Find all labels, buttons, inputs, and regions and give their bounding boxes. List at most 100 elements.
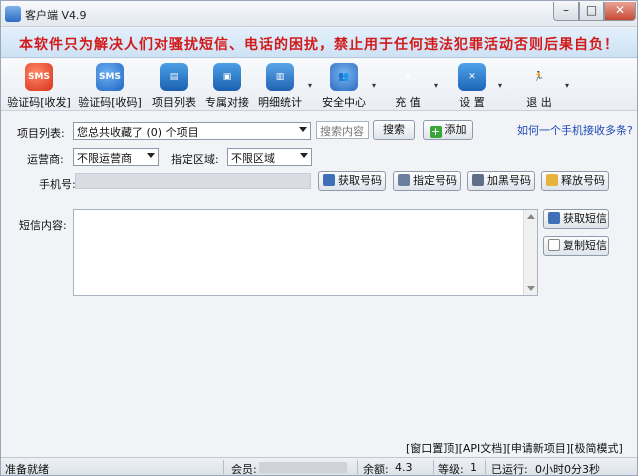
toolbar-label: 充 值: [395, 96, 421, 109]
monitor-icon: ▤: [160, 63, 188, 91]
status-separator: [223, 460, 224, 474]
sms-scrollbar[interactable]: [523, 210, 537, 295]
toolbar-sms-receive[interactable]: SMS 验证码[收码]: [78, 61, 142, 109]
screen-icon: ▣: [213, 63, 241, 91]
sms-red-icon: SMS: [25, 63, 53, 91]
maximize-button[interactable]: □: [579, 2, 604, 21]
release-number-button[interactable]: 释放号码: [541, 171, 609, 191]
phone-icon: [323, 174, 335, 186]
region-select[interactable]: 不限区域: [227, 148, 312, 166]
chevron-down-icon: [299, 127, 307, 132]
balance-value: 4.3: [395, 461, 413, 474]
toolbar-security-center[interactable]: 👥 安全中心 ▾: [320, 61, 376, 109]
level-value: 1: [470, 461, 477, 474]
operator-label: 运营商:: [27, 153, 64, 166]
banner-text: 本软件只为解决人们对骚扰短信、电话的困扰，禁止用于任何违法犯罪活动否则后果自负！: [19, 37, 619, 53]
warning-banner: 本软件只为解决人们对骚扰短信、电话的困扰，禁止用于任何违法犯罪活动否则后果自负！: [1, 28, 637, 58]
toolbar-label: 验证码[收发]: [7, 96, 71, 109]
title-bar[interactable]: 客户端 V4.9 – □ ✕: [1, 1, 637, 27]
region-select-value: 不限区域: [231, 152, 275, 165]
get-sms-button[interactable]: 获取短信: [543, 209, 609, 229]
phone-icon: [398, 174, 410, 186]
sms-blue-icon: SMS: [96, 63, 124, 91]
get-sms-label: 获取短信: [563, 212, 607, 225]
toolbar-label: 退 出: [526, 96, 552, 109]
plus-icon: +: [429, 125, 442, 138]
runtime-value: 0小时0分3秒: [535, 463, 600, 476]
add-button-label: 添加: [444, 123, 467, 136]
toolbar-statistics[interactable]: ▥ 明细统计 ▾: [256, 61, 312, 109]
minimize-button[interactable]: –: [553, 2, 579, 21]
operator-select[interactable]: 不限运营商: [73, 148, 159, 166]
sms-content-label: 短信内容:: [19, 219, 67, 232]
assign-number-label: 指定号码: [413, 174, 457, 187]
runtime-label: 已运行:: [491, 463, 528, 476]
toolbar-recharge[interactable]: ⅄ 充 值 ▾: [386, 61, 438, 109]
toolbar-label: 明细统计: [258, 96, 302, 109]
key-icon: [546, 174, 558, 186]
search-input[interactable]: 搜索内容: [316, 121, 369, 139]
scroll-up-icon[interactable]: [527, 214, 535, 219]
toolbar-settings[interactable]: ✕ 设 置 ▾: [450, 61, 502, 109]
toolbar-project-list[interactable]: ▤ 项目列表: [150, 61, 198, 109]
add-button[interactable]: + 添加: [423, 120, 473, 140]
status-ready: 准备就绪: [5, 463, 49, 476]
blacklist-number-button[interactable]: 加黑号码: [467, 171, 535, 191]
app-icon: [5, 6, 21, 22]
copy-icon: [548, 239, 560, 251]
chevron-down-icon[interactable]: ▾: [308, 81, 312, 90]
chevron-down-icon[interactable]: ▾: [434, 81, 438, 90]
chevron-down-icon[interactable]: ▾: [498, 81, 502, 90]
phone-label: 手机号:: [39, 178, 76, 191]
scroll-down-icon[interactable]: [527, 286, 535, 291]
copy-sms-button[interactable]: 复制短信: [543, 236, 609, 256]
window-title: 客户端 V4.9: [25, 9, 87, 22]
get-number-button[interactable]: 获取号码: [318, 171, 386, 191]
toolbar-label: 项目列表: [152, 96, 196, 109]
users-icon: 👥: [330, 63, 358, 91]
chevron-down-icon: [300, 153, 308, 158]
status-separator: [357, 460, 358, 474]
toolbar-label: 设 置: [459, 96, 485, 109]
project-select-value: 您总共收藏了 (0) 个项目: [77, 126, 199, 139]
tools-icon: ✕: [458, 63, 486, 91]
assign-number-button[interactable]: 指定号码: [393, 171, 461, 191]
toolbar-exit[interactable]: 🏃 退 出 ▾: [517, 61, 569, 109]
toolbar-label: 安全中心: [322, 96, 366, 109]
toolbar-dedicated-docking[interactable]: ▣ 专属对接: [203, 61, 251, 109]
phone-icon: [472, 174, 484, 186]
get-number-label: 获取号码: [338, 174, 382, 187]
pdf-icon: ⅄: [404, 72, 412, 82]
status-bar: 准备就绪 会员: 余额: 4.3 等级: 1 已运行: 0小时0分3秒: [1, 457, 637, 476]
exit-run-icon: 🏃: [533, 72, 545, 82]
chevron-down-icon[interactable]: ▾: [565, 81, 569, 90]
toolbar-label: 专属对接: [205, 96, 249, 109]
message-icon: [548, 212, 560, 224]
toolbar-label: 验证码[收码]: [78, 96, 142, 109]
copy-sms-label: 复制短信: [563, 239, 607, 252]
operator-select-value: 不限运营商: [77, 152, 132, 165]
search-button[interactable]: 搜索: [373, 120, 415, 140]
close-button[interactable]: ✕: [604, 2, 636, 21]
project-list-label: 项目列表:: [17, 127, 65, 140]
main-window: 客户端 V4.9 – □ ✕ 本软件只为解决人们对骚扰短信、电话的困扰，禁止用于…: [0, 0, 638, 476]
project-select[interactable]: 您总共收藏了 (0) 个项目: [73, 122, 311, 140]
sms-content-textarea[interactable]: [73, 209, 538, 296]
chevron-down-icon: [147, 153, 155, 158]
phone-number-field[interactable]: [75, 173, 311, 189]
release-number-label: 释放号码: [561, 174, 605, 187]
status-separator: [433, 460, 434, 474]
member-name-redacted: [259, 462, 347, 473]
toolbar: SMS 验证码[收发] SMS 验证码[收码] ▤ 项目列表 ▣ 专属对接 ▥ …: [1, 59, 637, 111]
toolbar-sms-send-receive[interactable]: SMS 验证码[收发]: [7, 61, 71, 109]
blacklist-number-label: 加黑号码: [487, 174, 531, 187]
chevron-down-icon[interactable]: ▾: [372, 81, 376, 90]
region-label: 指定区域:: [171, 153, 219, 166]
member-label: 会员:: [231, 463, 257, 476]
bottom-links[interactable]: [窗口置顶][API文档][申请新项目][极简模式]: [406, 440, 623, 456]
balance-label: 余额:: [363, 463, 389, 476]
level-label: 等级:: [438, 463, 464, 476]
status-separator: [485, 460, 486, 474]
bar-chart-icon: ▥: [266, 63, 294, 91]
help-link[interactable]: 如何一个手机接收多条?: [517, 122, 633, 138]
